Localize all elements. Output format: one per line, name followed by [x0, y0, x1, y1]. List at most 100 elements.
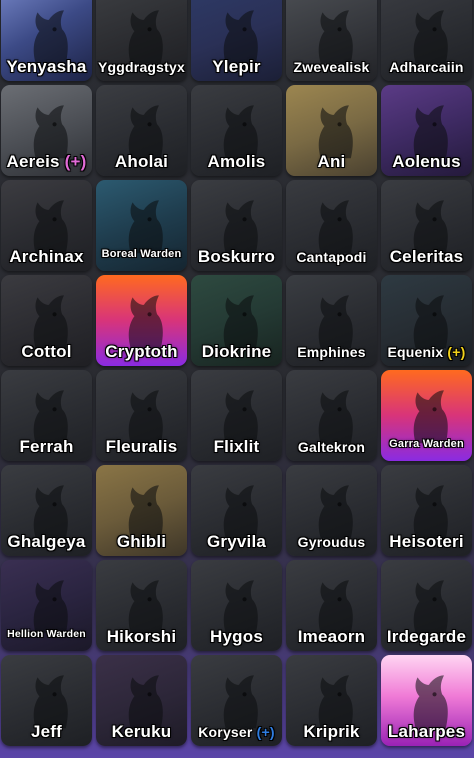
character-tile[interactable]: Yggdragstyx — [96, 0, 187, 81]
character-tile[interactable]: Amolis — [191, 85, 282, 176]
character-name: Laharpes — [381, 723, 472, 741]
character-tile[interactable]: Koryser (+) — [191, 655, 282, 746]
character-tile[interactable]: Ani — [286, 85, 377, 176]
character-name: Irdegarde — [381, 628, 472, 646]
character-tile[interactable]: Zwevealisk — [286, 0, 377, 81]
character-portrait — [303, 286, 361, 352]
character-tile[interactable]: Ferrah — [1, 370, 92, 461]
character-name-text: Hellion Warden — [7, 628, 86, 640]
character-tile[interactable]: Gyroudus — [286, 465, 377, 556]
character-tile[interactable]: Kriprik — [286, 655, 377, 746]
character-name: Kriprik — [286, 723, 377, 741]
character-name: Ylepir — [191, 58, 282, 76]
character-tile[interactable]: Equenix (+) — [381, 275, 472, 366]
character-name-text: Emphines — [297, 344, 366, 360]
character-tile[interactable]: Boreal Warden — [96, 180, 187, 271]
character-tile[interactable]: Fleuralis — [96, 370, 187, 461]
character-tile[interactable]: Imeaorn — [286, 560, 377, 651]
character-portrait — [113, 1, 171, 67]
character-name: Boskurro — [191, 248, 282, 266]
character-name: Jeff — [1, 723, 92, 741]
character-name: Hygos — [191, 628, 282, 646]
character-tile[interactable]: Laharpes — [381, 655, 472, 746]
character-name: Yggdragstyx — [96, 58, 187, 76]
character-name-text: Garra Warden — [389, 438, 464, 450]
character-portrait — [208, 666, 266, 732]
character-tile[interactable]: Cryptoth — [96, 275, 187, 366]
character-tile[interactable]: Garra Warden — [381, 370, 472, 461]
character-tile[interactable]: Cottol — [1, 275, 92, 366]
character-name-text: Jeff — [30, 722, 63, 741]
character-name-text: Archinax — [9, 247, 84, 266]
character-portrait — [303, 381, 361, 447]
character-tile[interactable]: Keruku — [96, 655, 187, 746]
character-name-text: Hikorshi — [106, 627, 177, 646]
character-name-text: Diokrine — [201, 342, 272, 361]
character-tile[interactable]: Hellion Warden — [1, 560, 92, 651]
character-tile[interactable]: Yenyasha — [1, 0, 92, 81]
character-name-text: Aholai — [114, 152, 169, 171]
character-tile[interactable]: Aereis (+) — [1, 85, 92, 176]
character-name: Ferrah — [1, 438, 92, 456]
character-name-text: Irdegarde — [386, 627, 467, 646]
character-name-text: Heisoteri — [389, 532, 464, 551]
character-tile[interactable]: Heisoteri — [381, 465, 472, 556]
character-tile[interactable]: Galtekron — [286, 370, 377, 461]
character-name: Diokrine — [191, 343, 282, 361]
character-name: Yenyasha — [1, 58, 92, 76]
character-name-text: Hygos — [210, 627, 263, 646]
character-name-text: Boskurro — [197, 247, 276, 266]
character-tile[interactable]: Ylepir — [191, 0, 282, 81]
character-tile[interactable]: Diokrine — [191, 275, 282, 366]
character-name-text: Flixlit — [213, 437, 260, 456]
character-name: Aholai — [96, 153, 187, 171]
character-name: Garra Warden — [381, 435, 472, 453]
character-tile[interactable]: Jeff — [1, 655, 92, 746]
character-name: Archinax — [1, 248, 92, 266]
character-tile[interactable]: Ghalgeya — [1, 465, 92, 556]
character-tile[interactable]: Aolenus — [381, 85, 472, 176]
character-name: Fleuralis — [96, 438, 187, 456]
character-tile[interactable]: Irdegarde — [381, 560, 472, 651]
character-name-text: Yggdragstyx — [98, 59, 185, 75]
character-tile[interactable]: Cantapodi — [286, 180, 377, 271]
character-tile[interactable]: Adharcaiin — [381, 0, 472, 81]
character-name-text: Ani — [317, 152, 346, 171]
character-name: Adharcaiin — [381, 58, 472, 76]
character-name: Boreal Warden — [96, 245, 187, 263]
character-name-text: Imeaorn — [297, 627, 366, 646]
character-name: Hikorshi — [96, 628, 187, 646]
character-name: Gyroudus — [286, 533, 377, 551]
character-tile[interactable]: Hygos — [191, 560, 282, 651]
character-tile[interactable]: Boskurro — [191, 180, 282, 271]
character-name-text: Gyroudus — [297, 534, 366, 550]
character-name: Ghalgeya — [1, 533, 92, 551]
character-tile[interactable]: Aholai — [96, 85, 187, 176]
character-tile[interactable]: Ghibli — [96, 465, 187, 556]
character-name: Zwevealisk — [286, 58, 377, 76]
character-name-text: Fleuralis — [105, 437, 178, 456]
character-name: Equenix (+) — [381, 343, 472, 361]
character-tile[interactable]: Flixlit — [191, 370, 282, 461]
character-tile[interactable]: Emphines — [286, 275, 377, 366]
character-name-text: Zwevealisk — [293, 59, 370, 75]
character-name: Ani — [286, 153, 377, 171]
character-name-text: Aereis — [6, 152, 60, 171]
character-name: Gryvila — [191, 533, 282, 551]
character-tile[interactable]: Hikorshi — [96, 560, 187, 651]
character-tile[interactable]: Archinax — [1, 180, 92, 271]
character-name-text: Ylepir — [212, 57, 261, 76]
plus-badge: (+) — [447, 344, 466, 360]
character-name-text: Cantapodi — [296, 249, 367, 265]
character-name-text: Koryser — [198, 724, 253, 740]
character-tile[interactable]: Gryvila — [191, 465, 282, 556]
character-name: Heisoteri — [381, 533, 472, 551]
character-grid: Yenyasha Yggdragstyx Ylepir Zwevealisk Adhar… — [0, 0, 474, 746]
character-name: Amolis — [191, 153, 282, 171]
character-name-text: Ghibli — [116, 532, 167, 551]
character-name-text: Ghalgeya — [7, 532, 86, 551]
plus-badge: (+) — [256, 724, 275, 740]
character-tile[interactable]: Celeritas — [381, 180, 472, 271]
character-name: Cantapodi — [286, 248, 377, 266]
character-name: Ghibli — [96, 533, 187, 551]
